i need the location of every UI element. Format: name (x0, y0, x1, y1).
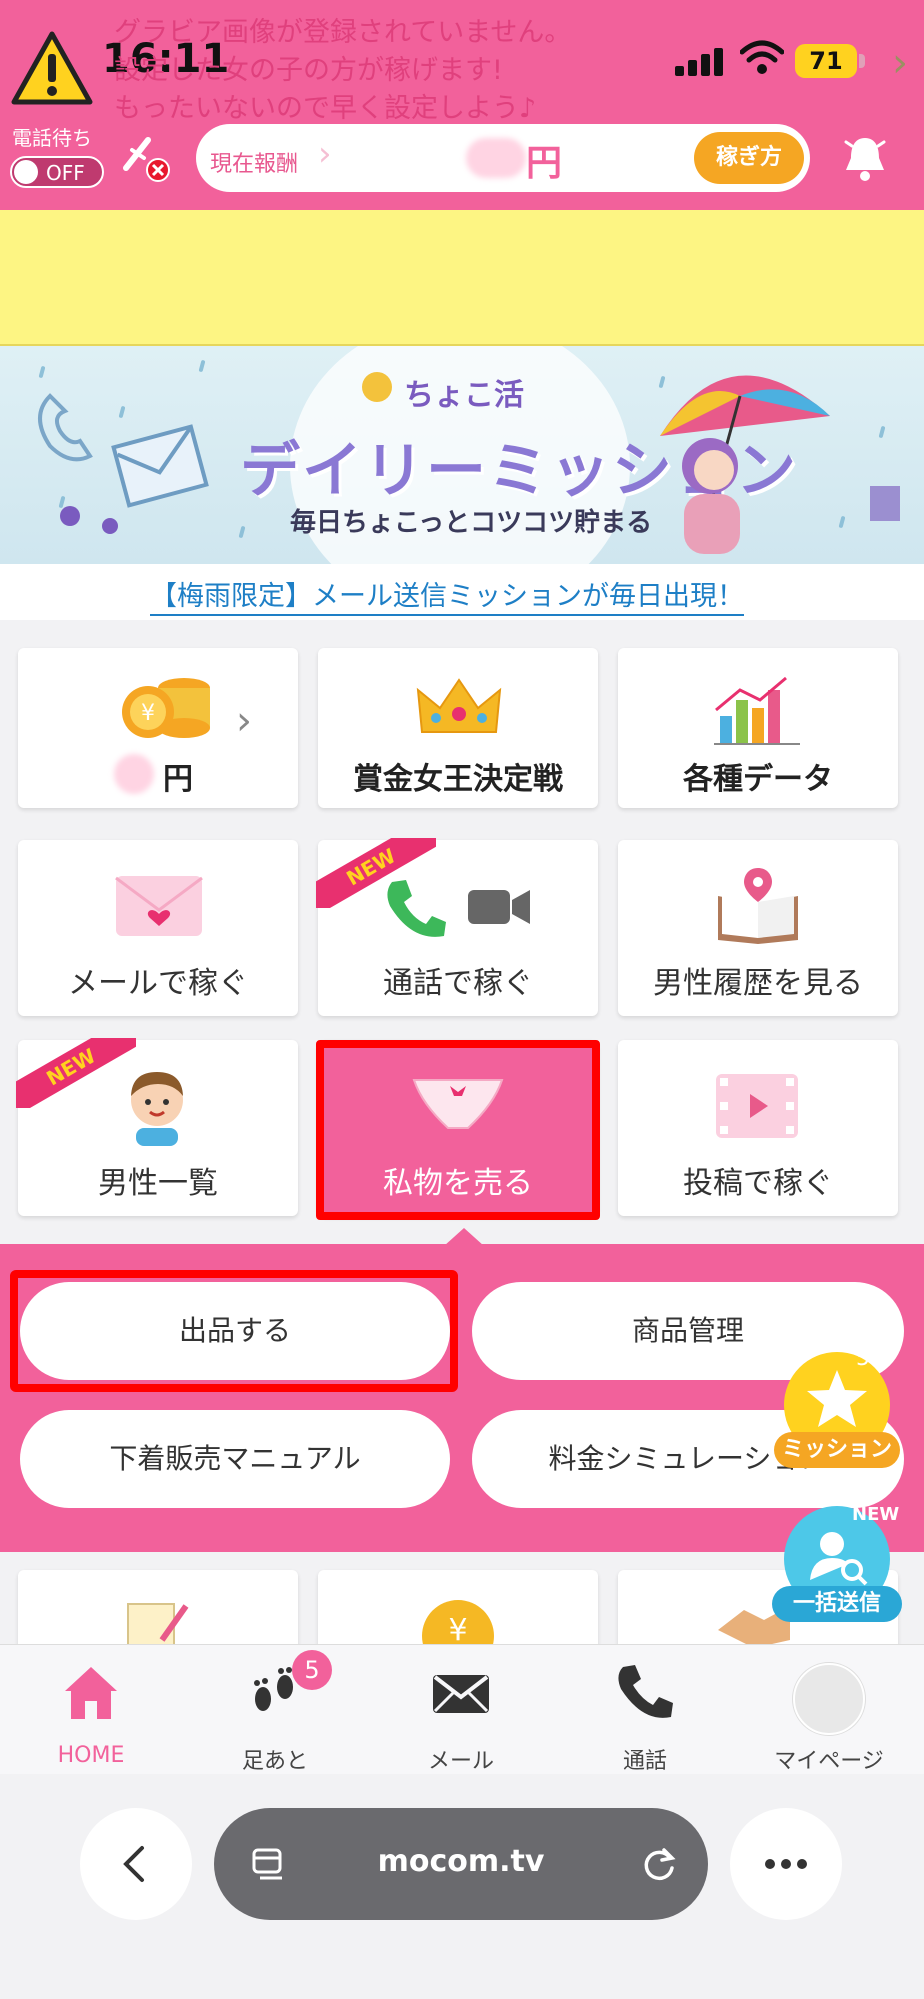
envelope-heart-icon (115, 876, 203, 936)
nav-home[interactable]: HOME (16, 1663, 166, 1768)
signal-icon (675, 46, 725, 76)
highlight-box-sell (316, 1040, 600, 1220)
tile-stats[interactable]: 各種データ (618, 648, 898, 808)
coins-icon: ¥ (122, 678, 210, 738)
no-video-icon[interactable] (118, 128, 174, 184)
girl-umbrella-illustration (660, 375, 900, 554)
wifi-icon (740, 40, 784, 74)
boy-avatar-icon (131, 1072, 183, 1146)
phone-icon (618, 1665, 673, 1718)
tile-label: メールで稼ぐ (68, 966, 248, 1001)
call-wait-label: 電話待ち (12, 126, 92, 150)
memo-icon (127, 1603, 189, 1650)
crown-icon (416, 678, 502, 733)
warning-text: グラビア画像が登録されていません。 設定した女の子の方が稼げます! もったいない… (114, 14, 571, 128)
yen-coin-icon: ¥ (422, 1600, 494, 1650)
nav-mypage[interactable]: マイページ (754, 1663, 904, 1774)
tile-label: 通話で稼ぐ (383, 966, 533, 1001)
bell-icon[interactable] (840, 132, 890, 184)
warning-line: 設定した女の子の方が稼げます! (114, 55, 503, 86)
more-button[interactable] (730, 1808, 842, 1920)
footprints-count-badge: 5 (292, 1650, 332, 1690)
warning-line: もったいないので早く設定しよう♪ (114, 93, 537, 124)
nav-label: 通話 (622, 1749, 667, 1774)
bar-chart-icon (714, 676, 800, 745)
nav-label: マイページ (774, 1749, 884, 1774)
chevron-right-icon: › (318, 134, 332, 174)
address-bar[interactable]: mocom.tv (214, 1808, 708, 1920)
nav-label: HOME (57, 1743, 125, 1768)
notice-bar: 【梅雨限定】メール送信ミッションが毎日出現！ (0, 564, 924, 620)
nav-mail[interactable]: メール (386, 1663, 536, 1774)
star-icon (807, 1370, 867, 1427)
reload-icon[interactable] (640, 1846, 678, 1884)
avatar (793, 1663, 865, 1735)
daily-mission-banner[interactable]: ちょこ活 デイリーミッション 毎日ちょこっとコツコツ貯まる (0, 346, 924, 564)
tile-label: 各種データ (683, 762, 833, 797)
banner-brand: ちょこ活 (404, 378, 524, 413)
tile-prize-queen[interactable]: 賞金女王決定戦 (318, 648, 598, 808)
film-play-icon (716, 1074, 798, 1138)
warning-banner[interactable] (0, 210, 924, 346)
tile-label: 男性履歴を見る (653, 966, 863, 1001)
tile-male-list[interactable]: NEW 男性一覧 (16, 1038, 298, 1216)
coin-icon (362, 372, 392, 402)
toggle-state: OFF (46, 161, 85, 185)
chevron-left-icon (123, 1846, 144, 1882)
bulk-send-label[interactable]: 一括送信 (772, 1586, 902, 1622)
banner-subtitle: 毎日ちょこっとコツコツ貯まる (290, 508, 653, 538)
mission-label[interactable]: ミッション (774, 1432, 900, 1468)
current-reward[interactable]: 現在報酬 › 円 稼ぎ方 (196, 124, 810, 192)
tile-label: 投稿で稼ぐ (683, 1166, 833, 1201)
video-camera-icon (468, 890, 530, 924)
warning-line: グラビア画像が登録されていません。 (114, 17, 572, 48)
nav-label: 足あと (241, 1749, 308, 1774)
battery-indicator: 71 (795, 44, 857, 78)
tile-balance[interactable]: ¥ › 円 (18, 648, 298, 808)
tile-partial-yen[interactable]: ¥ (318, 1570, 598, 1650)
mail-icon (433, 1675, 489, 1713)
new-badge: NEW (852, 1504, 900, 1525)
warning-icon (11, 31, 93, 105)
mission-count-badge: 54 (856, 1346, 884, 1371)
phone-icon (387, 880, 446, 937)
tile-earn-by-call[interactable]: NEW 通話で稼ぐ (316, 838, 598, 1016)
tile-label: 賞金女王決定戦 (353, 762, 563, 797)
reward-label: 現在報酬 (210, 152, 299, 177)
tile-label: 男性一覧 (98, 1166, 218, 1201)
lingerie-manual-button[interactable]: 下着販売マニュアル (20, 1410, 450, 1508)
svg-text:¥: ¥ (448, 1613, 467, 1648)
open-book-pin-icon (718, 868, 798, 944)
back-button[interactable] (80, 1808, 192, 1920)
phone-envelope-illustration (38, 393, 209, 534)
reward-amount-hidden (466, 138, 526, 178)
highlight-box-list-item (10, 1270, 458, 1392)
rainy-season-mission-link[interactable]: 【梅雨限定】メール送信ミッションが毎日出現！ (150, 574, 744, 616)
bottom-nav: HOME 足あと メール 通話 マイページ (0, 1644, 924, 1775)
new-badge: NEW (16, 1038, 136, 1108)
tile-partial-notes[interactable] (18, 1570, 298, 1650)
reward-unit: 円 (526, 143, 563, 184)
chevron-right-icon: › (892, 40, 908, 86)
url-text: mocom.tv (377, 1844, 545, 1879)
tile-earn-by-mail[interactable]: メールで稼ぐ (18, 840, 298, 1016)
chevron-right-icon: › (236, 698, 252, 744)
toggle-knob (14, 160, 38, 184)
home-icon (65, 1667, 117, 1719)
nav-label: メール (427, 1749, 494, 1774)
call-wait-toggle[interactable]: OFF (10, 156, 104, 188)
user-search-icon (810, 1532, 868, 1586)
tile-earn-by-post[interactable]: 投稿で稼ぐ (618, 1040, 898, 1216)
how-to-earn-button[interactable]: 稼ぎ方 (694, 132, 804, 184)
nav-call[interactable]: 通話 (570, 1663, 720, 1774)
tile-male-history[interactable]: 男性履歴を見る (618, 840, 898, 1016)
more-icon (765, 1859, 807, 1869)
battery-cap (859, 54, 865, 68)
tile-label: 円 (163, 762, 193, 797)
svg-text:¥: ¥ (141, 701, 155, 726)
